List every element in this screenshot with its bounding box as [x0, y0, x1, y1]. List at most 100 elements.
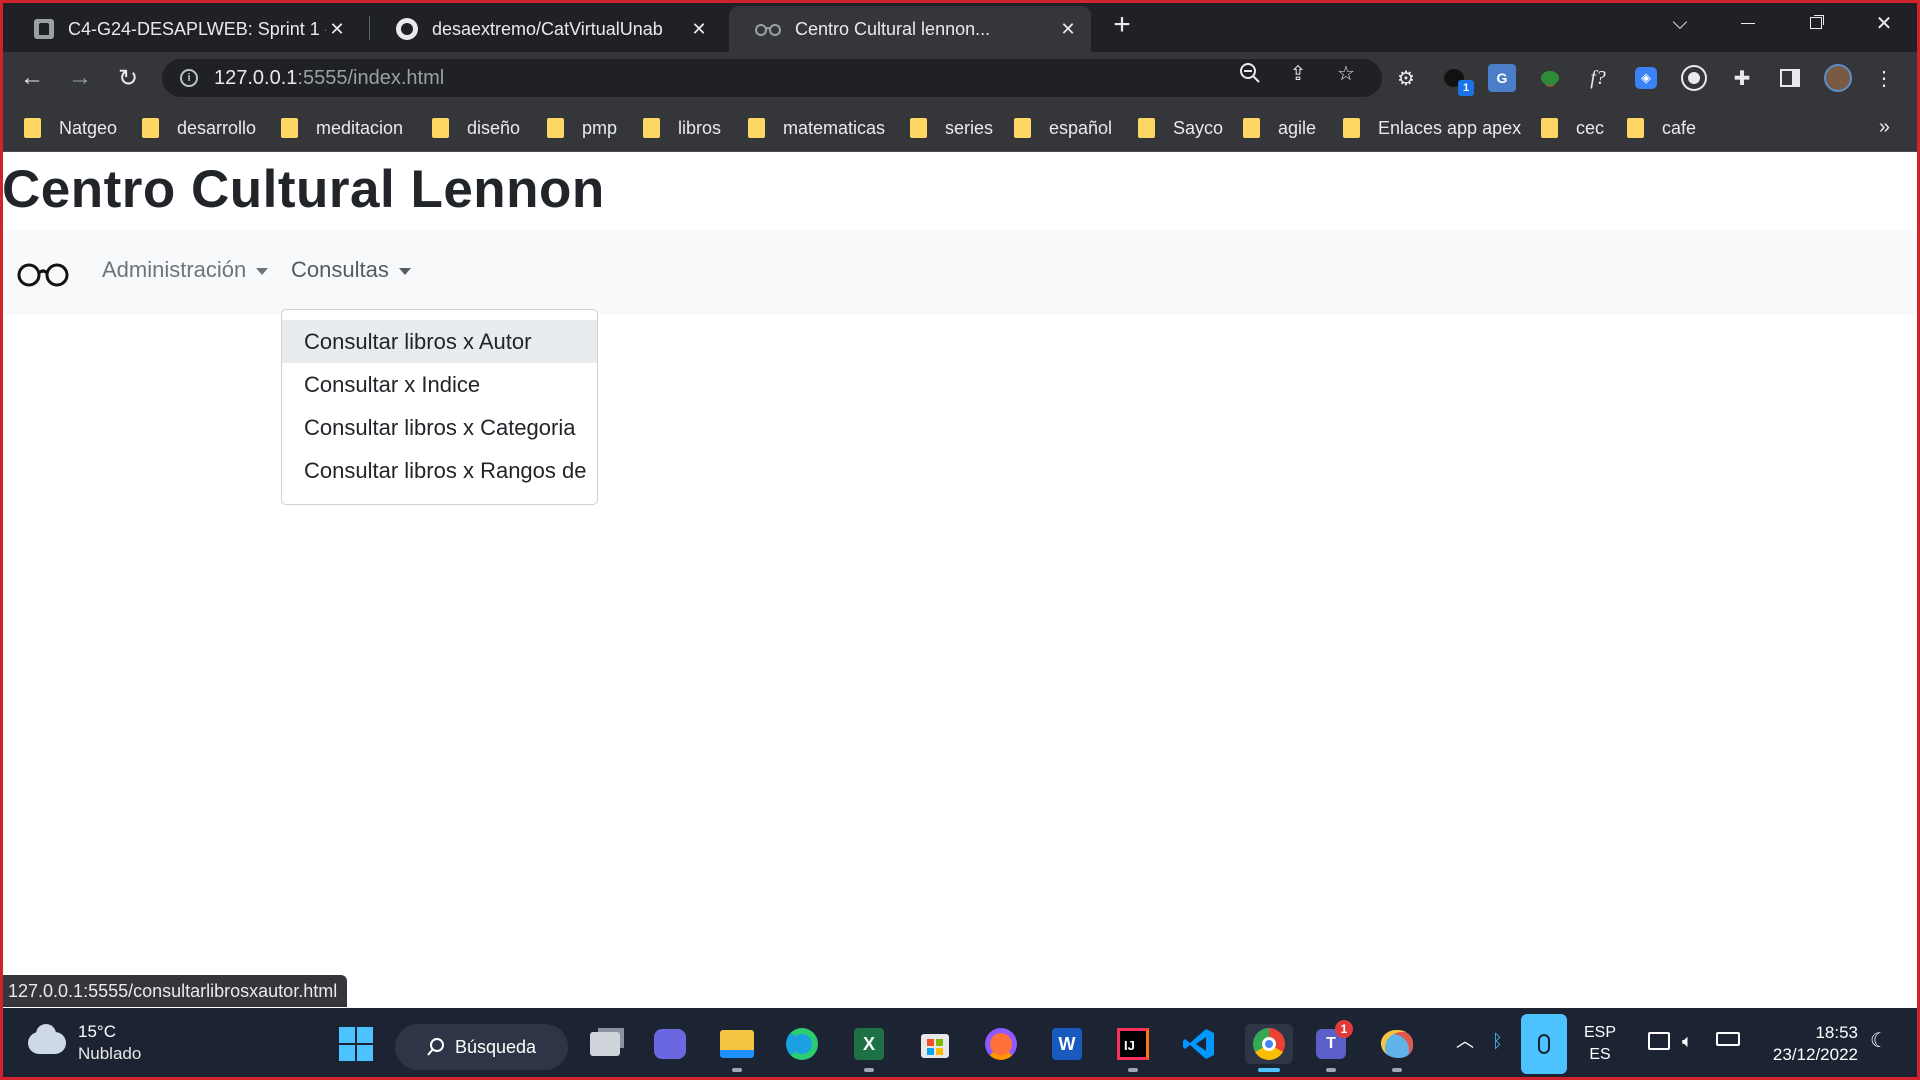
chrome-icon[interactable] [1245, 1024, 1293, 1072]
bookmark-folder[interactable]: Natgeo [24, 116, 117, 140]
navbar: Administración Consultas [0, 231, 1920, 315]
weather-temp: 15°C [78, 1022, 116, 1041]
paint-icon[interactable] [1377, 1024, 1417, 1072]
bookmark-folder[interactable]: Sayco [1138, 116, 1223, 140]
nav-consultas-dropdown[interactable]: Consultas [291, 257, 411, 283]
bookmark-folder[interactable]: cafe [1627, 116, 1696, 140]
site-info-icon[interactable]: i [180, 69, 198, 87]
intellij-icon[interactable]: IJ [1113, 1024, 1153, 1072]
language-indicator[interactable]: ESP ES [1584, 1022, 1616, 1066]
tray-overflow-chevron-icon[interactable]: ︿ [1456, 1030, 1474, 1052]
folder-icon [1541, 118, 1558, 138]
bookmark-folder[interactable]: libros [643, 116, 721, 140]
menu-item-indice[interactable]: Consultar x Indice [282, 363, 597, 406]
close-tab-icon[interactable]: ✕ [326, 18, 348, 40]
minimize-button[interactable] [1728, 8, 1768, 38]
store-icon[interactable] [915, 1024, 955, 1064]
folder-icon [643, 118, 660, 138]
teams-icon[interactable]: T 1 [1311, 1020, 1353, 1072]
bookmark-folder[interactable]: agile [1243, 116, 1316, 140]
volume-icon[interactable]: 🔈︎ [1682, 1030, 1693, 1052]
share-icon[interactable]: ⇪ [1286, 61, 1310, 85]
address-bar[interactable]: i 127.0.0.1:5555/index.html [162, 59, 1382, 97]
bookmark-star-icon[interactable]: ☆ [1334, 61, 1358, 85]
file-explorer-icon[interactable] [717, 1024, 757, 1072]
translate-extension-icon[interactable]: G [1488, 64, 1516, 92]
caret-down-icon [256, 267, 269, 275]
taskbar-search[interactable]: Búsqueda [395, 1024, 568, 1070]
folder-icon [432, 118, 449, 138]
battery-icon[interactable] [1716, 1032, 1740, 1046]
url-host: 127.0.0.1 [214, 66, 298, 89]
folder-icon [547, 118, 564, 138]
start-button[interactable] [336, 1024, 376, 1064]
close-tab-icon[interactable]: ✕ [688, 18, 710, 40]
close-window-button[interactable]: ✕ [1864, 8, 1904, 38]
menu-item-libros-categoria[interactable]: Consultar libros x Categoria [282, 406, 597, 449]
menu-item-libros-rangos[interactable]: Consultar libros x Rangos de [282, 449, 597, 492]
weather-widget[interactable]: 15°C Nublado [28, 1022, 141, 1064]
circle-extension-icon[interactable] [1680, 64, 1708, 92]
folder-icon [1243, 118, 1260, 138]
tab-title: C4-G24-DESAPLWEB: Sprint 1 - C [68, 18, 326, 39]
back-button[interactable]: ← [16, 62, 48, 94]
tab-moodle[interactable]: C4-G24-DESAPLWEB: Sprint 1 - C ✕ [8, 6, 360, 52]
tree-extension-icon[interactable] [1536, 64, 1564, 92]
bookmark-folder[interactable]: español [1014, 116, 1112, 140]
extension-dark-icon[interactable]: 1 [1440, 64, 1474, 96]
clock-time: 18:53 [1815, 1023, 1858, 1042]
folder-icon [24, 118, 41, 138]
word-icon[interactable]: W [1047, 1024, 1087, 1064]
bookmark-folder[interactable]: desarrollo [142, 116, 256, 140]
github-icon [396, 18, 418, 40]
chat-icon[interactable] [650, 1024, 690, 1064]
bookmark-folder[interactable]: Enlaces app apex [1343, 116, 1521, 140]
bookmark-folder[interactable]: cec [1541, 116, 1604, 140]
bookmark-folder[interactable]: matematicas [748, 116, 885, 140]
new-tab-button[interactable]: + [1108, 10, 1136, 40]
moodle-icon [34, 19, 54, 39]
forward-button[interactable]: → [64, 62, 96, 94]
task-view-icon[interactable] [585, 1024, 625, 1064]
bookmark-folder[interactable]: pmp [547, 116, 617, 140]
menu-item-libros-autor[interactable]: Consultar libros x Autor [282, 320, 597, 363]
folder-icon [142, 118, 159, 138]
microphone-icon[interactable] [1521, 1014, 1567, 1074]
folder-icon [1138, 118, 1155, 138]
firefox-icon[interactable] [981, 1024, 1021, 1064]
clock[interactable]: 18:53 23/12/2022 [1758, 1022, 1858, 1066]
formula-extension-icon[interactable]: f? [1584, 64, 1612, 92]
zoom-icon[interactable] [1238, 61, 1262, 85]
nav-administracion-dropdown[interactable]: Administración [102, 257, 269, 283]
close-tab-icon[interactable]: ✕ [1057, 18, 1079, 40]
menu-kebab-icon[interactable]: ⋮ [1870, 64, 1898, 92]
edge-icon[interactable] [782, 1024, 822, 1064]
tab-github[interactable]: desaextremo/CatVirtualUnab ✕ [370, 6, 722, 52]
folder-icon [910, 118, 927, 138]
glasses-icon[interactable] [14, 253, 72, 293]
side-panel-icon[interactable] [1776, 64, 1804, 92]
more-bookmarks-button[interactable]: » [1879, 116, 1890, 139]
bluetooth-icon[interactable]: ᛒ [1492, 1030, 1503, 1052]
tab-centro-cultural[interactable]: Centro Cultural lennon... ✕ [729, 6, 1091, 52]
settings-extension-icon[interactable]: ⚙ [1392, 64, 1420, 92]
notifications-moon-icon[interactable]: ☾ [1870, 1030, 1888, 1052]
network-icon[interactable] [1648, 1032, 1670, 1050]
bookmark-folder[interactable]: meditacion [281, 116, 403, 140]
vscode-icon[interactable] [1179, 1024, 1219, 1064]
tab-search-chevron-icon[interactable]: ⌵ [1660, 8, 1700, 38]
excel-icon[interactable]: X [849, 1024, 889, 1072]
folder-icon [1343, 118, 1360, 138]
bookmark-folder[interactable]: series [910, 116, 993, 140]
glasses-icon [755, 24, 781, 36]
url-path: :5555/index.html [297, 66, 445, 89]
reload-button[interactable]: ↻ [112, 62, 144, 94]
puzzle-extensions-icon[interactable]: ✚ [1728, 64, 1756, 92]
folder-icon [748, 118, 765, 138]
folder-icon [1014, 118, 1031, 138]
restore-button[interactable] [1796, 8, 1836, 38]
bookmark-folder[interactable]: diseño [432, 116, 520, 140]
profile-avatar[interactable] [1824, 64, 1852, 92]
caret-down-icon [398, 267, 411, 275]
shield-extension-icon[interactable]: ◈ [1632, 64, 1660, 92]
